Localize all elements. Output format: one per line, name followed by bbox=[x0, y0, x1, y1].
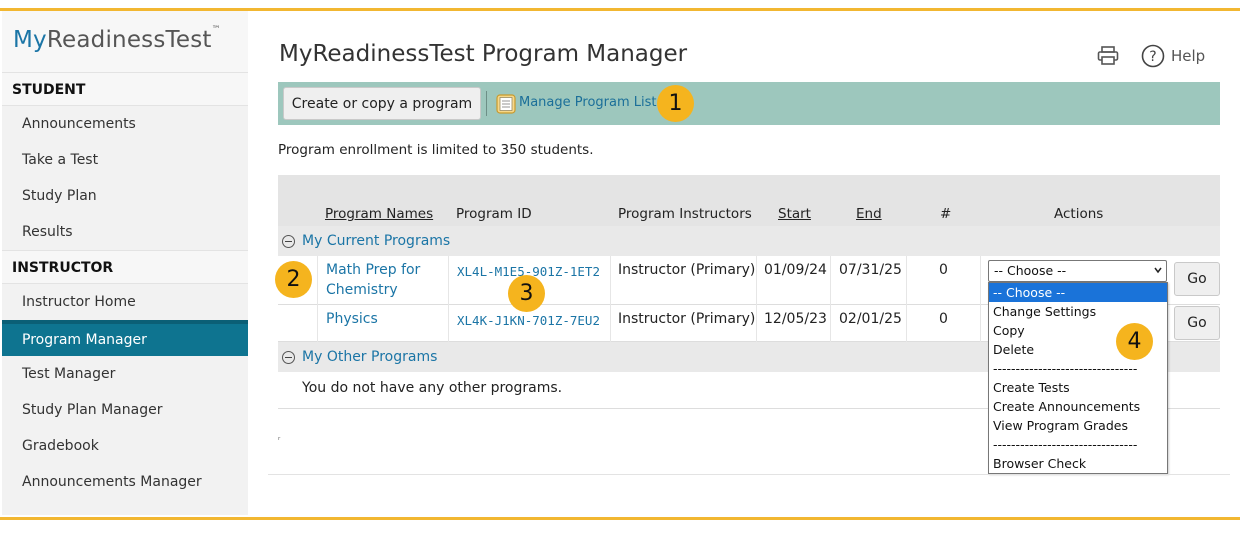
sidebar: MyReadinessTest™ STUDENT Announcements T… bbox=[2, 11, 248, 515]
help-icon[interactable]: ? bbox=[1141, 44, 1165, 68]
option-browser-check[interactable]: Browser Check bbox=[989, 454, 1167, 473]
empty-message: You do not have any other programs. bbox=[302, 380, 563, 396]
col-start[interactable]: Start bbox=[778, 206, 811, 222]
chevron-down-icon bbox=[1154, 267, 1162, 274]
svg-text:?: ? bbox=[1149, 49, 1156, 65]
option-separator: -------------------------------- bbox=[993, 361, 1138, 376]
program-name-link[interactable]: Math Prep for bbox=[326, 262, 420, 278]
create-or-copy-program-button[interactable]: Create or copy a program bbox=[283, 87, 481, 120]
callout-3: 3 bbox=[508, 275, 545, 312]
sidebar-item-announcements-manager[interactable]: Announcements Manager bbox=[2, 464, 248, 500]
collapse-icon[interactable] bbox=[282, 351, 295, 364]
option-separator: -------------------------------- bbox=[993, 437, 1138, 452]
callout-1: 1 bbox=[657, 85, 694, 122]
col-actions: Actions bbox=[1054, 206, 1104, 222]
manage-program-list-link[interactable]: Manage Program List bbox=[519, 95, 656, 110]
program-name-link[interactable]: Physics bbox=[326, 311, 378, 327]
sidebar-item-study-plan[interactable]: Study Plan bbox=[2, 178, 248, 214]
col-count: # bbox=[940, 206, 952, 222]
brand-logo[interactable]: MyReadinessTest™ bbox=[2, 11, 248, 72]
sidebar-item-program-manager[interactable]: Program Manager bbox=[2, 320, 248, 356]
option-create-announcements[interactable]: Create Announcements bbox=[989, 397, 1167, 416]
actions-select[interactable]: -- Choose -- bbox=[988, 260, 1167, 282]
col-end[interactable]: End bbox=[856, 206, 882, 222]
sidebar-item-instructor-home[interactable]: Instructor Home bbox=[2, 284, 248, 320]
sidebar-item-study-plan-manager[interactable]: Study Plan Manager bbox=[2, 392, 248, 428]
option-create-tests[interactable]: Create Tests bbox=[989, 378, 1167, 397]
program-start: 01/09/24 bbox=[764, 262, 827, 278]
list-document-icon bbox=[496, 94, 516, 114]
go-button[interactable]: Go bbox=[1174, 306, 1220, 340]
print-icon[interactable] bbox=[1097, 46, 1119, 66]
program-instructor: Instructor (Primary) bbox=[618, 262, 756, 278]
help-link[interactable]: Help bbox=[1171, 47, 1205, 65]
program-end: 07/31/25 bbox=[839, 262, 902, 278]
col-program-names[interactable]: Program Names bbox=[325, 206, 433, 222]
go-button[interactable]: Go bbox=[1174, 262, 1220, 296]
table-header: Program Names Program ID Program Instruc… bbox=[278, 175, 1220, 226]
program-toolbar: Create or copy a program Manage Program … bbox=[278, 82, 1220, 125]
sidebar-item-test-manager[interactable]: Test Manager bbox=[2, 356, 248, 392]
toolbar-divider bbox=[486, 91, 487, 116]
sidebar-item-announcements[interactable]: Announcements bbox=[2, 106, 248, 142]
program-count: 0 bbox=[939, 311, 948, 327]
actions-dropdown-list[interactable]: -- Choose -- Change Settings Copy Delete… bbox=[988, 282, 1168, 474]
enrollment-note: Program enrollment is limited to 350 stu… bbox=[278, 142, 594, 158]
logo-trademark: ™ bbox=[211, 25, 221, 35]
bottom-accent-rule bbox=[0, 517, 1240, 520]
col-program-id: Program ID bbox=[456, 206, 532, 222]
logo-rest: ReadinessTest bbox=[46, 27, 212, 53]
collapse-icon[interactable] bbox=[282, 235, 295, 248]
program-id: XL4K-J1KN-701Z-7EU2 bbox=[457, 313, 600, 328]
program-start: 12/05/23 bbox=[764, 311, 827, 327]
sidebar-heading-instructor: INSTRUCTOR bbox=[2, 250, 248, 284]
sidebar-item-take-a-test[interactable]: Take a Test bbox=[2, 142, 248, 178]
footer-divider bbox=[268, 474, 1230, 475]
page-title: MyReadinessTest Program Manager bbox=[279, 41, 688, 67]
option-view-program-grades[interactable]: View Program Grades bbox=[989, 416, 1167, 435]
sidebar-item-gradebook[interactable]: Gradebook bbox=[2, 428, 248, 464]
stray-mark: ʳ bbox=[278, 436, 281, 446]
sidebar-item-results[interactable]: Results bbox=[2, 214, 248, 250]
option-choose[interactable]: -- Choose -- bbox=[989, 283, 1167, 302]
callout-2: 2 bbox=[275, 261, 312, 298]
program-count: 0 bbox=[939, 262, 948, 278]
logo-my: My bbox=[13, 27, 47, 53]
program-name-link-line2[interactable]: Chemistry bbox=[326, 282, 398, 298]
group-current-programs[interactable]: My Current Programs bbox=[278, 226, 1220, 256]
group-label-other: My Other Programs bbox=[302, 349, 438, 365]
col-program-instructors: Program Instructors bbox=[618, 206, 752, 222]
option-change-settings[interactable]: Change Settings bbox=[989, 302, 1167, 321]
group-label-current: My Current Programs bbox=[302, 233, 451, 249]
callout-4: 4 bbox=[1116, 323, 1153, 360]
program-end: 02/01/25 bbox=[839, 311, 902, 327]
program-instructor: Instructor (Primary) bbox=[618, 311, 756, 327]
sidebar-heading-student: STUDENT bbox=[2, 72, 248, 106]
actions-select-value: -- Choose -- bbox=[994, 263, 1067, 278]
